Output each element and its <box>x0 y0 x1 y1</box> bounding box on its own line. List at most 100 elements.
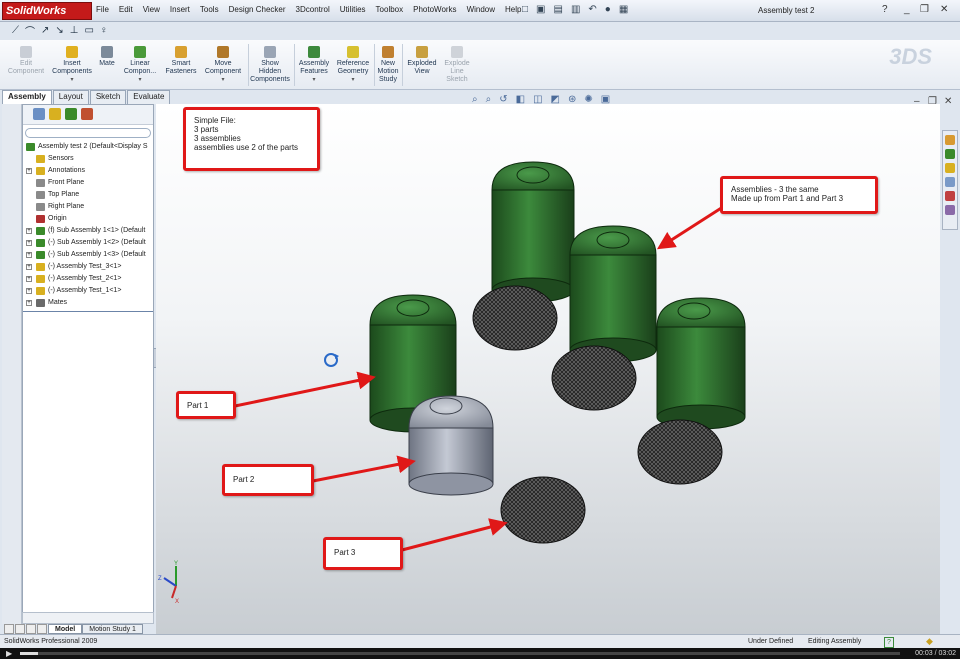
expand-icon[interactable]: + <box>26 288 32 294</box>
tree-item[interactable]: + (-) Sub Assembly 1<2> (Default <box>23 237 153 249</box>
chevron-down-icon[interactable]: ▾ <box>202 76 244 84</box>
callout-assemblies: Assemblies - 3 the same Made up from Par… <box>720 176 878 214</box>
restore-icon[interactable]: ❐ <box>920 4 929 15</box>
tree-item[interactable]: + (-) Sub Assembly 1<3> (Default <box>23 249 153 261</box>
tab-model[interactable]: Model <box>48 624 83 634</box>
chevron-down-icon[interactable]: ▾ <box>120 76 160 84</box>
tree-item[interactable]: + Mates <box>23 297 153 309</box>
spline-tool-icon[interactable]: ↗ <box>41 25 49 36</box>
file-explorer-icon[interactable] <box>945 163 955 173</box>
menu-utilities[interactable]: Utilities <box>340 5 366 14</box>
menu-insert[interactable]: Insert <box>170 5 190 14</box>
menu-help[interactable]: Help <box>505 5 521 14</box>
tree-item[interactable]: Sensors <box>23 153 153 165</box>
help-icon[interactable]: ? <box>884 637 894 648</box>
expand-icon[interactable]: + <box>26 240 32 246</box>
tree-filter-input[interactable] <box>25 128 151 138</box>
minimize-icon[interactable]: _ <box>904 4 910 15</box>
rebuild-icon[interactable]: ● <box>605 4 611 15</box>
menu-view[interactable]: View <box>143 5 160 14</box>
chevron-down-icon[interactable]: ▾ <box>50 76 94 84</box>
design-library-icon[interactable] <box>945 149 955 159</box>
move-component-button[interactable]: Move Component ▾ <box>202 46 244 84</box>
mate-icon <box>101 46 113 58</box>
tree-item[interactable]: Assembly test 2 (Default<Display S <box>23 141 153 153</box>
mate-button[interactable]: Mate <box>96 46 118 68</box>
rebuild-status-icon[interactable]: ◆ <box>926 635 933 648</box>
next-tab-icon[interactable] <box>26 624 36 634</box>
menu-photoworks[interactable]: PhotoWorks <box>413 5 456 14</box>
insert-components-button[interactable]: Insert Components ▾ <box>50 46 94 84</box>
new-motion-study-button[interactable]: New Motion Study <box>376 46 400 84</box>
tree-item[interactable]: Top Plane <box>23 189 153 201</box>
last-tab-icon[interactable] <box>37 624 47 634</box>
smart-fasteners-button[interactable]: Smart Fasteners <box>162 46 200 76</box>
chevron-down-icon[interactable]: ▾ <box>296 76 332 84</box>
relation-tool-icon[interactable]: ♀ <box>100 25 108 36</box>
view-palette-icon[interactable] <box>945 177 955 187</box>
expand-icon[interactable]: + <box>26 228 32 234</box>
tree-item[interactable]: + Annotations <box>23 165 153 177</box>
open-folder-icon[interactable]: ▣ <box>536 4 545 15</box>
tree-item[interactable]: + (f) Sub Assembly 1<1> (Default <box>23 225 153 237</box>
expand-icon[interactable]: + <box>26 252 32 258</box>
explode-line-sketch-button[interactable]: Explode Line Sketch <box>442 46 472 84</box>
tab-sketch[interactable]: Sketch <box>89 90 127 104</box>
expand-icon[interactable]: + <box>26 300 32 306</box>
feature-manager-tab-icon[interactable] <box>33 108 45 120</box>
tab-evaluate[interactable]: Evaluate <box>127 90 171 104</box>
tab-layout[interactable]: Layout <box>52 90 89 104</box>
viewport-close-icon[interactable]: ✕ <box>944 96 952 107</box>
exploded-view-button[interactable]: Exploded View <box>404 46 440 76</box>
menu-edit[interactable]: Edit <box>119 5 133 14</box>
layer-tool-icon[interactable]: ▭ <box>85 25 94 36</box>
expand-icon[interactable]: + <box>26 276 32 282</box>
linear-component-pattern-button[interactable]: Linear Compon... ▾ <box>120 46 160 84</box>
assembly-features-button[interactable]: Assembly Features ▾ <box>296 46 332 84</box>
configuration-manager-tab-icon[interactable] <box>65 108 77 120</box>
options-icon[interactable]: ▦ <box>619 4 628 15</box>
tree-item[interactable]: + (-) Assembly Test_3<1> <box>23 261 153 273</box>
prev-tab-icon[interactable] <box>15 624 25 634</box>
tab-assembly[interactable]: Assembly <box>2 90 52 104</box>
chevron-down-icon[interactable]: ▾ <box>334 76 372 84</box>
play-icon[interactable]: ▶ <box>6 648 12 659</box>
menu-window[interactable]: Window <box>467 5 495 14</box>
edit-component-button[interactable]: Edit Component <box>6 46 46 76</box>
print-icon[interactable]: ▥ <box>571 4 580 15</box>
point-tool-icon[interactable]: ↘ <box>55 25 63 36</box>
save-icon[interactable]: ▤ <box>554 4 563 15</box>
property-manager-tab-icon[interactable] <box>49 108 61 120</box>
arc-tool-icon[interactable]: ⌒ <box>25 23 35 38</box>
menu-tools[interactable]: Tools <box>200 5 219 14</box>
dimension-tool-icon[interactable]: ⊥ <box>70 25 79 36</box>
menu-3dcontrol[interactable]: 3Dcontrol <box>296 5 330 14</box>
video-progress-track[interactable] <box>20 652 900 655</box>
tree-horizontal-scrollbar[interactable] <box>22 612 154 624</box>
reference-geometry-button[interactable]: Reference Geometry ▾ <box>334 46 372 84</box>
line-tool-icon[interactable]: ⟋ <box>12 25 19 36</box>
expand-icon[interactable]: + <box>26 168 32 174</box>
menu-design-checker[interactable]: Design Checker <box>229 5 286 14</box>
expand-icon[interactable]: + <box>26 264 32 270</box>
tab-motion-study[interactable]: Motion Study 1 <box>82 624 143 634</box>
menu-toolbox[interactable]: Toolbox <box>376 5 404 14</box>
menu-file[interactable]: File <box>96 5 109 14</box>
tree-item[interactable]: + (-) Assembly Test_1<1> <box>23 285 153 297</box>
undo-icon[interactable]: ↶ <box>588 4 596 15</box>
close-icon[interactable]: ✕ <box>940 4 948 15</box>
tree-item[interactable]: Front Plane <box>23 177 153 189</box>
dimxpert-tab-icon[interactable] <box>81 108 93 120</box>
resources-icon[interactable] <box>945 135 955 145</box>
help-search-icon[interactable]: ? <box>882 4 888 15</box>
tree-item-label: Annotations <box>48 167 85 174</box>
tree-item[interactable]: + (-) Assembly Test_2<1> <box>23 273 153 285</box>
solidworks-logo[interactable]: SolidWorks <box>2 2 92 20</box>
show-hidden-components-button[interactable]: Show Hidden Components <box>250 46 290 84</box>
new-document-icon[interactable]: □ <box>522 4 528 15</box>
tree-item[interactable]: Origin <box>23 213 153 225</box>
custom-properties-icon[interactable] <box>945 205 955 215</box>
tree-item[interactable]: Right Plane <box>23 201 153 213</box>
first-tab-icon[interactable] <box>4 624 14 634</box>
appearances-icon[interactable] <box>945 191 955 201</box>
